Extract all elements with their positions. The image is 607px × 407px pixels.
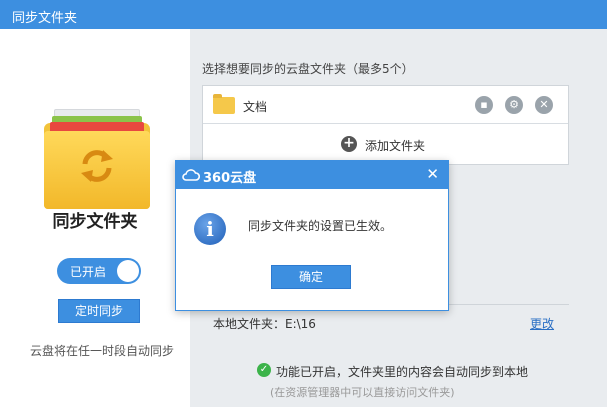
gear-icon[interactable]: ⚙	[505, 96, 523, 114]
auto-sync-note: 云盘将在任一时段自动同步	[30, 344, 175, 358]
toggle-knob	[117, 260, 139, 282]
open-folder-icon[interactable]: ▪	[475, 96, 493, 114]
dialog-titlebar: 360云盘 ✕	[176, 161, 448, 189]
cloud-icon	[182, 169, 200, 181]
sync-folder-heading: 同步文件夹	[52, 212, 138, 232]
sync-icon	[81, 150, 113, 182]
dialog-close-icon[interactable]: ✕	[426, 165, 439, 183]
info-icon: i	[194, 213, 226, 245]
choose-folders-label: 选择想要同步的云盘文件夹（最多5个）	[202, 62, 414, 76]
change-folder-link[interactable]: 更改	[530, 315, 554, 332]
remove-icon[interactable]: ✕	[535, 96, 553, 114]
dialog-title: 360云盘	[203, 171, 257, 186]
toggle-label: 已开启	[70, 265, 107, 279]
status-subtext: (在资源管理器中可以直接访问文件夹)	[270, 386, 455, 399]
confirm-dialog: 360云盘 ✕ i 同步文件夹的设置已生效。 确定	[175, 160, 449, 311]
timed-sync-button[interactable]: 定时同步	[58, 299, 140, 323]
status-text: 功能已开启，文件夹里的内容会自动同步到本地	[276, 365, 529, 379]
dialog-message: 同步文件夹的设置已生效。	[248, 219, 393, 233]
left-panel: 同步文件夹 已开启 定时同步 云盘将在任一时段自动同步	[0, 29, 190, 407]
window-titlebar: 同步文件夹	[0, 0, 607, 29]
folder-name: 文档	[243, 100, 268, 114]
cloud-folder-list: 文档 ▪ ⚙ ✕ + 添加文件夹	[202, 85, 569, 165]
folder-icon	[213, 94, 235, 114]
add-folder-button[interactable]: + 添加文件夹	[203, 125, 568, 165]
local-folder-path: 本地文件夹：E:\16	[213, 317, 316, 331]
add-folder-label: 添加文件夹	[365, 139, 426, 153]
plus-icon: +	[341, 136, 357, 152]
ok-button[interactable]: 确定	[271, 265, 351, 289]
sync-folder-illustration	[44, 89, 150, 209]
window-title: 同步文件夹	[12, 11, 78, 26]
folder-row[interactable]: 文档 ▪ ⚙ ✕	[203, 86, 568, 124]
sync-toggle[interactable]: 已开启	[57, 258, 141, 284]
check-icon: ✓	[257, 363, 271, 377]
